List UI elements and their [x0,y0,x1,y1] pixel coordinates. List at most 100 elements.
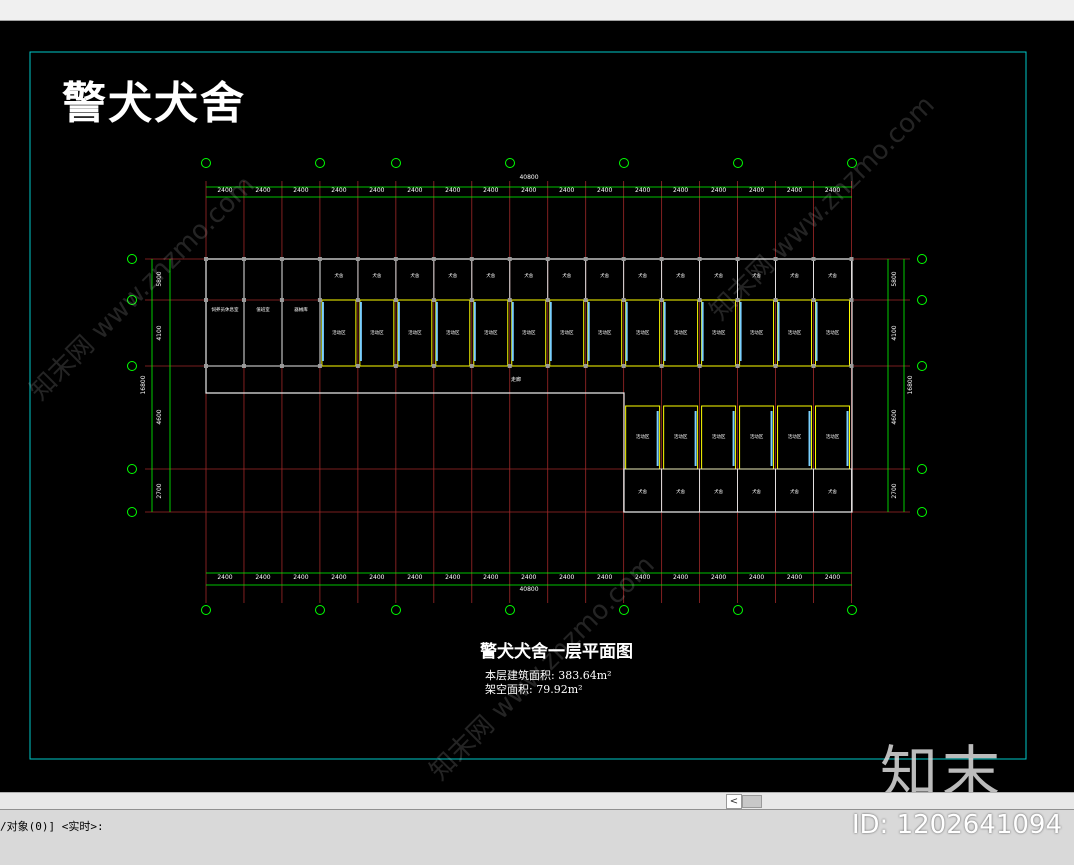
dimension-label: 4600 [891,409,898,424]
room-label: 活动区 [674,433,688,440]
dimension-label: 2400 [711,574,726,581]
kennel-outline [585,258,625,301]
column-marker [317,364,322,368]
axis-bubble [733,158,743,168]
room-label: 犬舍 [334,272,343,279]
room-label: 活动区 [560,329,574,336]
cad-drawing-canvas[interactable]: 40800 40800 2400 2400 2400 2400 2400 2400 2400 24… [0,21,1074,792]
brand-logo: 知末 [880,739,1005,792]
drawing-title: 警犬犬舍 [62,78,246,129]
column-marker [545,364,550,368]
room-label: 犬舍 [790,488,799,495]
command-line[interactable]: /对象(0)] <实时>: ID: 1202641094 [0,809,1074,865]
room-label: 犬舍 [372,272,381,279]
dimension-label: 2400 [787,574,802,581]
column-marker [355,298,360,302]
dimension-label: 40800 [519,586,538,593]
image-id-label: ID: 1202641094 [851,810,1062,840]
dimension-label: 2400 [293,574,308,581]
axis-bubble [619,158,629,168]
column-marker [317,257,322,261]
axis-bubble [505,158,515,168]
axis-bubble [917,507,927,517]
room-label: 活动区 [826,329,840,336]
room-label: 犬舍 [486,272,495,279]
kennel-outline [509,258,549,301]
column-marker [355,364,360,368]
axis-bubble [917,464,927,474]
corridor-label: 走廊 [511,376,521,383]
column-marker [583,364,588,368]
dimension-label: 16800 [140,375,147,394]
dimension-label: 2400 [369,574,384,581]
column-marker [583,257,588,261]
column-marker [697,257,702,261]
column-marker [811,298,816,302]
room-label: 饲养员休息室 [212,306,239,313]
room-label: 活动区 [712,433,726,440]
dimension-label: 4100 [891,325,898,340]
room-label: 犬舍 [828,488,837,495]
command-prompt-text: /对象(0)] <实时>: [0,820,104,833]
column-marker [849,298,854,302]
axis-bubble [391,158,401,168]
dimension-label: 2400 [331,574,346,581]
kennel-outline [547,258,587,301]
room-label: 活动区 [332,329,346,336]
axis-bubble [917,361,927,371]
column-marker [849,364,854,368]
column-marker [507,298,512,302]
dimension-label: 2400 [673,574,688,581]
horizontal-scrollbar[interactable]: < [0,792,1074,809]
column-marker [621,257,626,261]
room-label: 值班室 [256,306,270,313]
kennel-outline [357,258,397,301]
axis-bubble [315,158,325,168]
window-top-bar [0,0,1074,21]
dimension-label: 40800 [519,174,538,181]
column-marker [697,364,702,368]
column-marker [431,257,436,261]
dimension-label: 2400 [597,187,612,194]
room-label: 犬舍 [448,272,457,279]
dimension-label: 2400 [787,187,802,194]
dimension-label: 2400 [217,574,232,581]
dimension-label: 2400 [559,574,574,581]
scroll-left-button[interactable]: < [726,794,742,809]
dimension-label: 2400 [711,187,726,194]
kennel-outline [813,258,852,301]
dimension-label: 2400 [445,574,460,581]
axis-bubble [847,605,857,615]
column-marker [811,364,816,368]
axis-bubble [505,605,515,615]
room-label: 犬舍 [638,488,647,495]
dimension-label: 2400 [483,574,498,581]
dimension-label: 2400 [749,574,764,581]
room-label: 活动区 [750,329,764,336]
column-marker [849,257,854,261]
column-marker [621,364,626,368]
column-marker [583,298,588,302]
column-marker [507,257,512,261]
column-marker [279,298,284,302]
column-marker [659,257,664,261]
column-marker [621,298,626,302]
dimension-label: 2400 [331,187,346,194]
column-marker [393,298,398,302]
room-label: 活动区 [788,433,802,440]
dimension-label: 2700 [891,483,898,498]
dimension-label: 16800 [907,375,914,394]
dimension-label: 4100 [156,325,163,340]
room-label: 犬舍 [790,272,799,279]
kennel-outline [623,258,663,301]
column-marker [279,364,284,368]
dimension-label: 2400 [521,187,536,194]
column-marker [507,364,512,368]
scroll-thumb[interactable] [742,795,762,808]
room-label: 活动区 [598,329,612,336]
kennel-outline [661,258,701,301]
dimension-label: 2400 [749,187,764,194]
axis-bubble [733,605,743,615]
room-label: 犬舍 [714,488,723,495]
room-label: 活动区 [674,329,688,336]
